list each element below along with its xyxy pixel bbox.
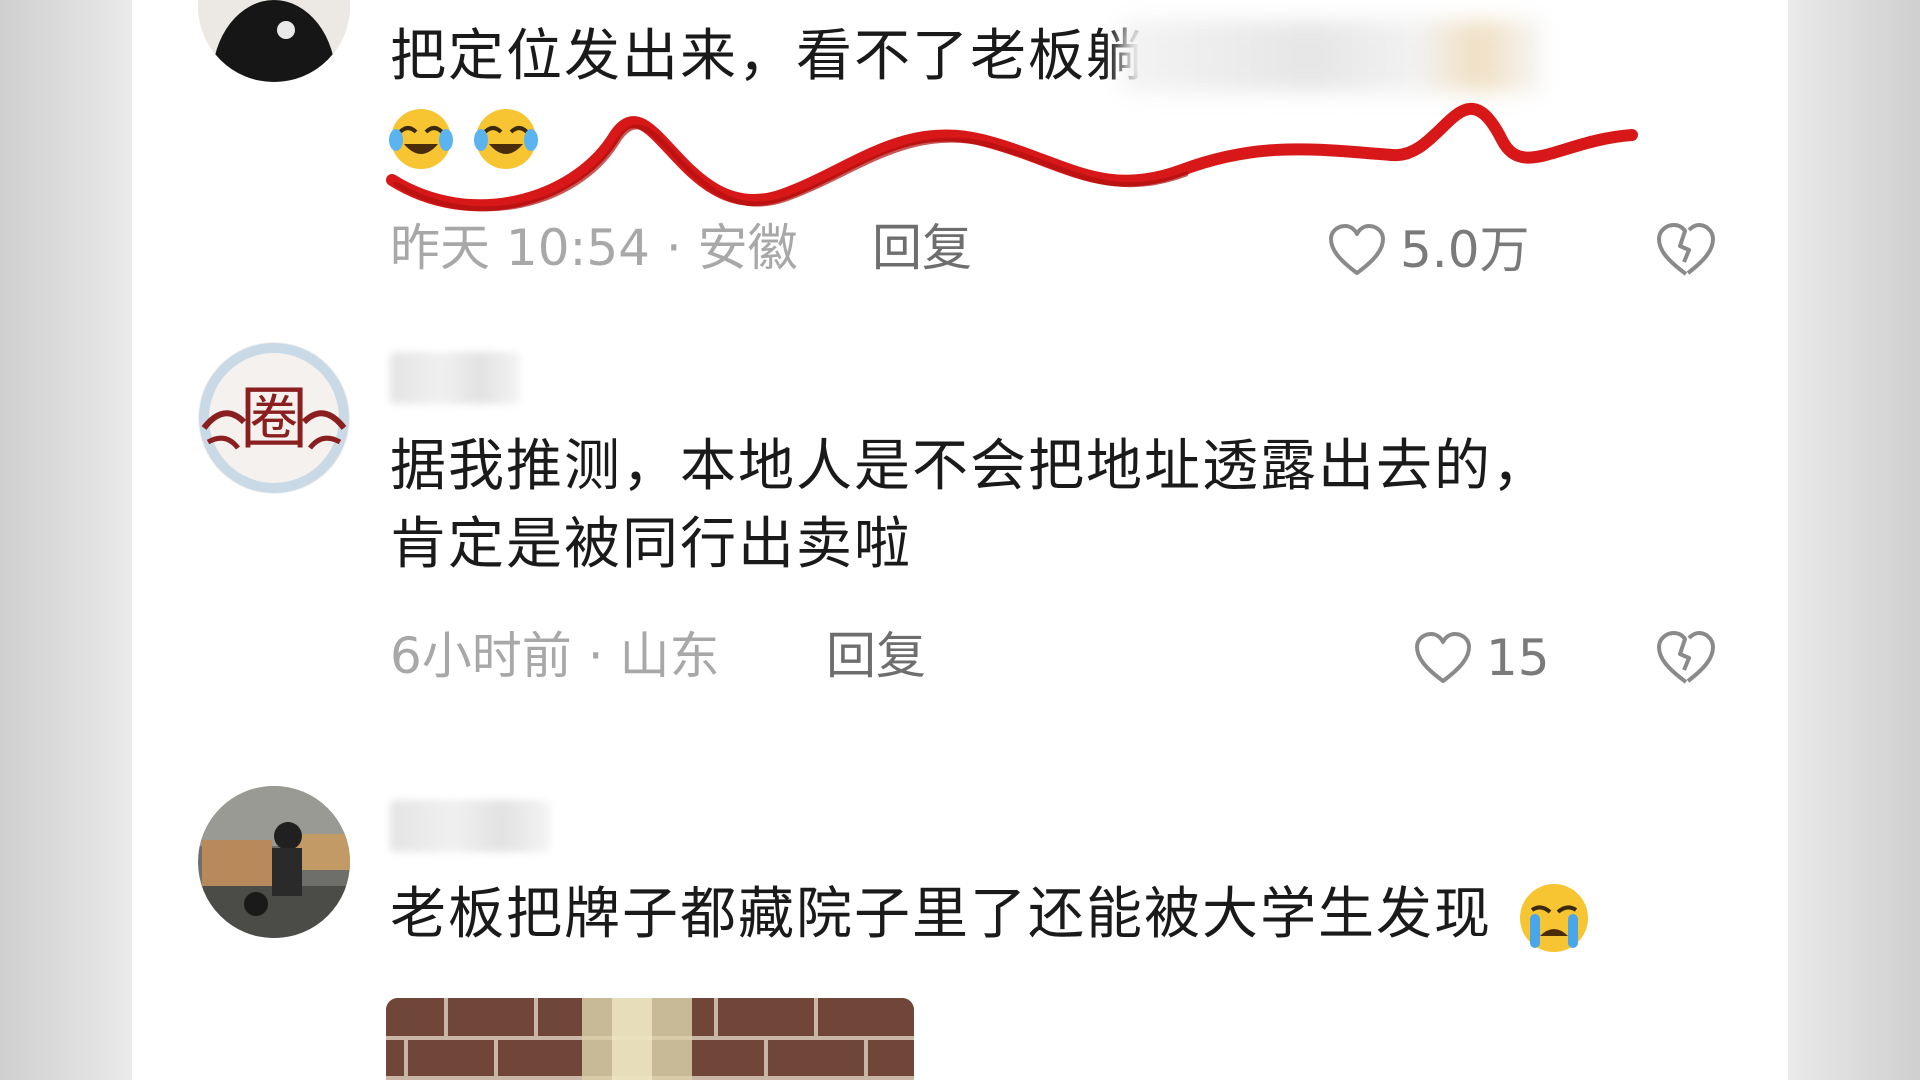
comment-text: 据我推测，本地人是不会把地址透露出去的， bbox=[390, 434, 1550, 499]
avatar[interactable]: 圈 bbox=[198, 342, 350, 494]
comment-text-line2: 肯定是被同行出卖啦 bbox=[390, 512, 912, 577]
dislike-icon[interactable] bbox=[1656, 630, 1716, 690]
username-blurred bbox=[390, 800, 550, 852]
comment-list[interactable]: 把定位发出来，看不了老板躺 昨天 10:54 · 安徽 回复 5.0万 圈 据我… bbox=[132, 0, 1788, 1080]
comment-meta: 6小时前 · 山东 bbox=[390, 627, 720, 685]
comment-item-2: 圈 据我推测，本地人是不会把地址透露出去的， 肯定是被同行出卖啦 6小时前 · … bbox=[132, 330, 1788, 690]
avatar-image bbox=[198, 786, 350, 938]
comment-item-1: 把定位发出来，看不了老板躺 昨天 10:54 · 安徽 回复 5.0万 bbox=[132, 0, 1788, 300]
comment-item-3: 老板把牌子都藏院子里了还能被大学生发现 bbox=[132, 780, 1788, 1080]
crying-emoji bbox=[1516, 880, 1592, 956]
avatar-image: 圈 bbox=[198, 342, 350, 494]
like-button[interactable]: 15 bbox=[1414, 628, 1550, 688]
red-scribble-annotation bbox=[386, 103, 1638, 212]
comment-image[interactable] bbox=[386, 998, 914, 1080]
heart-icon bbox=[1414, 631, 1472, 685]
like-count: 5.0万 bbox=[1400, 221, 1530, 279]
reply-button[interactable]: 回复 bbox=[826, 626, 926, 686]
dislike-icon[interactable] bbox=[1656, 222, 1716, 282]
reply-button[interactable]: 回复 bbox=[872, 218, 972, 278]
comment-text: 老板把牌子都藏院子里了还能被大学生发现 bbox=[390, 876, 1592, 956]
like-count: 15 bbox=[1486, 629, 1550, 687]
username-blurred bbox=[390, 352, 520, 404]
comment-meta: 昨天 10:54 · 安徽 bbox=[390, 219, 798, 277]
video-frame: 把定位发出来，看不了老板躺 昨天 10:54 · 安徽 回复 5.0万 圈 据我… bbox=[0, 0, 1920, 1080]
avatar-image bbox=[198, 0, 350, 82]
avatar[interactable] bbox=[198, 786, 350, 938]
svg-text:圈: 圈 bbox=[240, 380, 308, 459]
like-button[interactable]: 5.0万 bbox=[1328, 220, 1530, 280]
avatar[interactable] bbox=[198, 0, 350, 82]
heart-icon bbox=[1328, 223, 1386, 277]
